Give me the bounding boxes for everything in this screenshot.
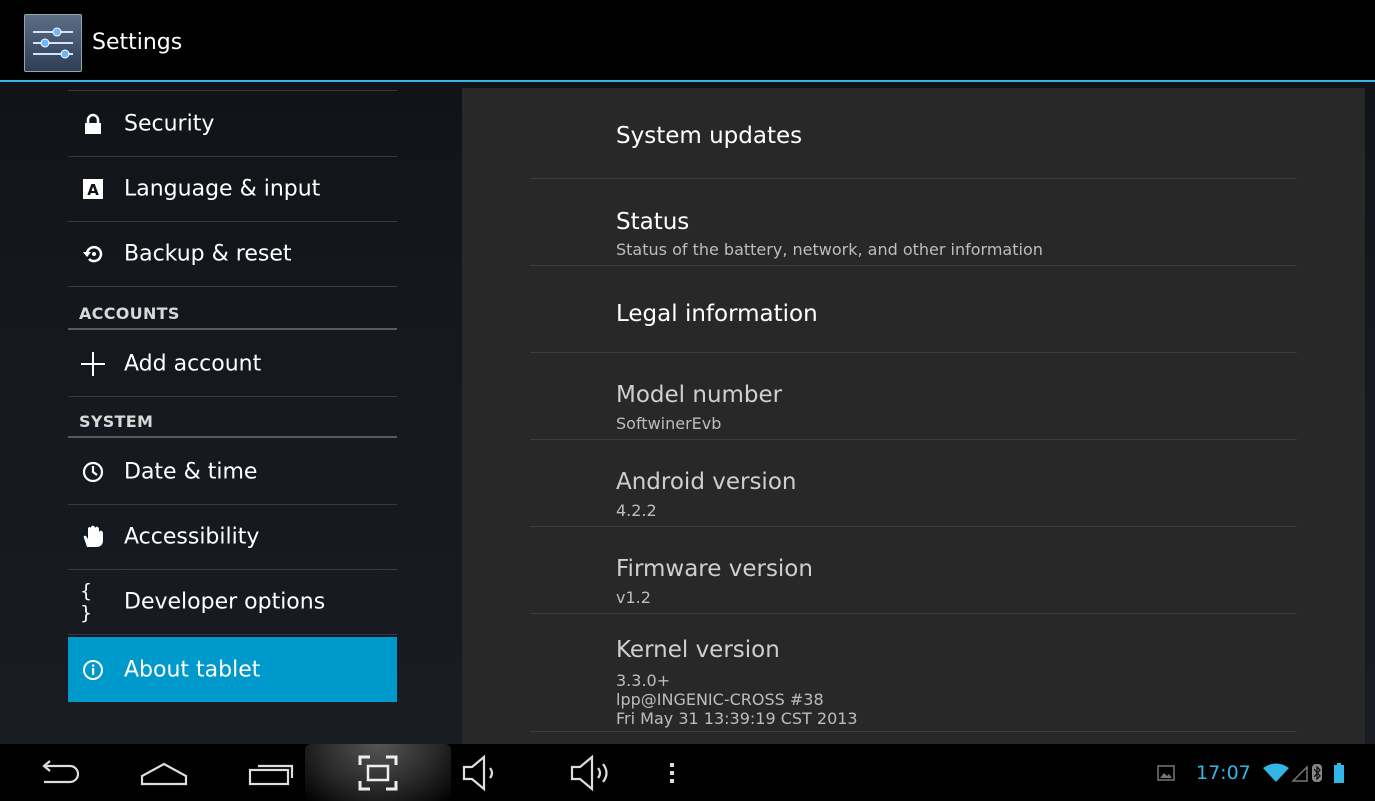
home-icon[interactable] xyxy=(132,744,196,801)
keyboard-a-icon: A xyxy=(80,176,106,202)
section-header-label: ACCOUNTS xyxy=(79,304,180,323)
firmware-version-item: Firmware version v1.2 xyxy=(530,527,1297,614)
item-title: Legal information xyxy=(616,301,818,327)
page-title: Settings xyxy=(92,30,183,55)
item-summary-line: 3.3.0+ xyxy=(616,671,671,690)
sidebar-item-label: Add account xyxy=(124,351,262,377)
action-bar: Settings xyxy=(0,0,1375,82)
settings-sidebar: Security A Language & input Backup & res… xyxy=(68,82,397,744)
back-icon[interactable] xyxy=(30,744,90,801)
divider xyxy=(68,90,397,91)
about-tablet-panel: System updates Status Status of the batt… xyxy=(462,88,1365,744)
item-title: System updates xyxy=(616,123,803,149)
item-summary-line: lpp@INGENIC-CROSS #38 xyxy=(616,690,824,709)
section-header-accounts: ACCOUNTS xyxy=(68,296,397,330)
sidebar-item-accessibility[interactable]: Accessibility xyxy=(68,505,397,570)
sidebar-item-backup-reset[interactable]: Backup & reset xyxy=(68,222,397,287)
menu-icon[interactable] xyxy=(660,744,684,801)
sidebar-item-date-time[interactable]: Date & time xyxy=(68,440,397,505)
recent-apps-icon[interactable] xyxy=(242,744,302,801)
sidebar-item-label: Language & input xyxy=(124,176,321,202)
kernel-version-item: Kernel version 3.3.0+ lpp@INGENIC-CROSS … xyxy=(530,614,1297,732)
section-header-label: SYSTEM xyxy=(79,412,154,431)
sidebar-item-security[interactable]: Security xyxy=(68,92,397,157)
item-title: Status xyxy=(616,209,690,235)
gallery-notification-icon[interactable] xyxy=(1154,744,1178,801)
wifi-icon xyxy=(1262,744,1290,801)
sidebar-item-label: About tablet xyxy=(124,657,261,682)
sidebar-item-label: Developer options xyxy=(124,589,326,615)
item-summary: Status of the battery, network, and othe… xyxy=(616,240,1043,259)
settings-sliders-icon[interactable] xyxy=(24,14,82,72)
sidebar-item-about-tablet[interactable]: About tablet xyxy=(68,637,397,702)
sidebar-item-label: Backup & reset xyxy=(124,241,292,267)
item-summary-line: Fri May 31 13:39:19 CST 2013 xyxy=(616,709,858,728)
braces-icon: { } xyxy=(80,580,93,624)
content-area: Security A Language & input Backup & res… xyxy=(0,82,1375,744)
battery-icon xyxy=(1328,744,1350,801)
item-summary: 4.2.2 xyxy=(616,501,657,520)
screenshot-icon[interactable] xyxy=(350,744,406,801)
sidebar-item-label: Date & time xyxy=(124,459,258,485)
legal-information-item[interactable]: Legal information xyxy=(530,266,1297,353)
svg-text:A: A xyxy=(87,181,99,199)
status-item[interactable]: Status Status of the battery, network, a… xyxy=(530,179,1297,266)
system-updates-item[interactable]: System updates xyxy=(530,88,1297,179)
status-time: 17:07 xyxy=(1196,762,1251,784)
item-title: Model number xyxy=(616,382,783,408)
info-icon xyxy=(80,657,106,683)
sidebar-item-label: Accessibility xyxy=(124,524,260,550)
item-title: Kernel version xyxy=(616,637,780,663)
sidebar-item-add-account[interactable]: Add account xyxy=(68,332,397,397)
item-summary: SoftwinerEvb xyxy=(616,414,722,433)
android-version-item[interactable]: Android version 4.2.2 xyxy=(530,440,1297,527)
backup-reset-icon xyxy=(80,241,106,267)
system-navigation-bar: 17:07 xyxy=(0,744,1375,801)
item-title: Android version xyxy=(616,469,797,495)
signal-icon xyxy=(1290,744,1310,801)
plus-icon xyxy=(80,351,106,377)
hand-icon xyxy=(80,524,106,550)
volume-up-icon[interactable] xyxy=(562,744,622,801)
sidebar-item-developer-options[interactable]: { } Developer options xyxy=(68,570,397,635)
item-summary: v1.2 xyxy=(616,588,651,607)
sidebar-item-language-input[interactable]: A Language & input xyxy=(68,157,397,222)
sidebar-item-label: Security xyxy=(124,111,215,137)
bluetooth-icon xyxy=(1310,744,1324,801)
model-number-item: Model number SoftwinerEvb xyxy=(530,353,1297,440)
lock-icon xyxy=(80,111,106,137)
item-title: Firmware version xyxy=(616,556,813,582)
volume-down-icon[interactable] xyxy=(452,744,508,801)
clock-icon xyxy=(80,459,106,485)
section-header-system: SYSTEM xyxy=(68,404,397,438)
